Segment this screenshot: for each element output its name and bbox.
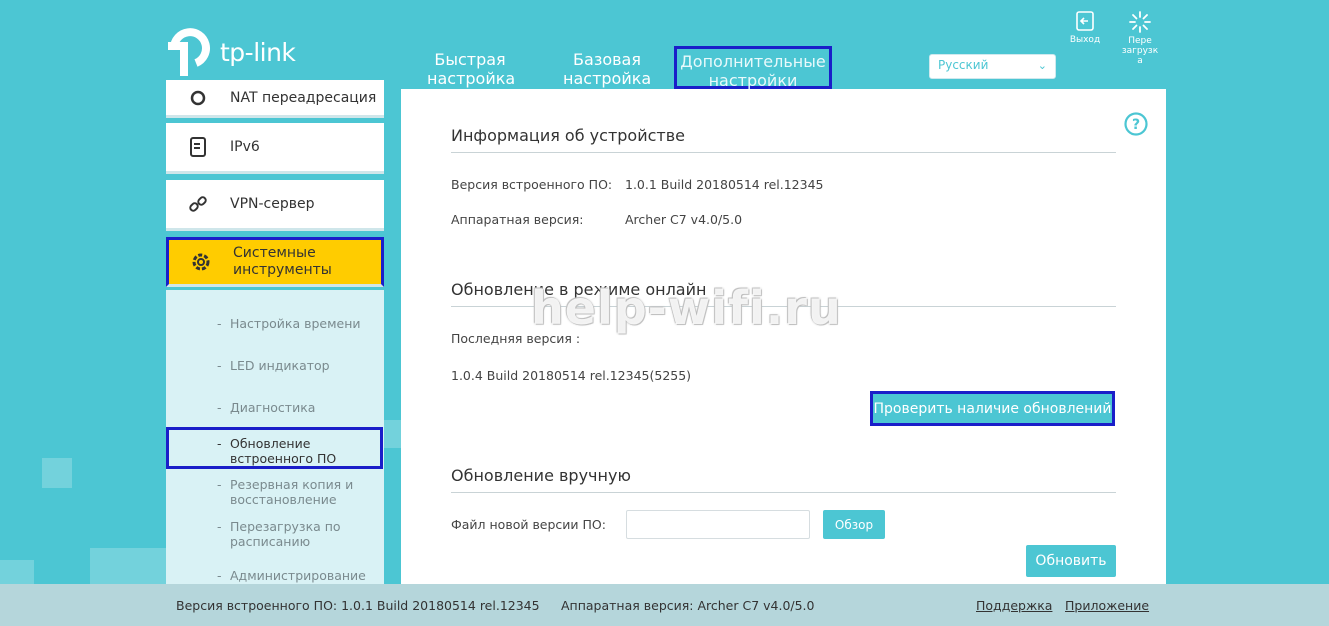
- divider: [451, 152, 1116, 153]
- submenu-item-time-settings[interactable]: - Настройка времени: [217, 316, 361, 331]
- check-updates-button[interactable]: Проверить наличие обновлений: [870, 391, 1115, 426]
- footer-hardware-version: Аппаратная версия: Archer C7 v4.0/5.0: [561, 598, 815, 613]
- divider: [451, 492, 1116, 493]
- firmware-file-input[interactable]: [626, 510, 810, 539]
- submenu-item-scheduled-reboot[interactable]: - Перезагрузка по расписанию: [217, 519, 341, 549]
- sidebar-item-label-line: Системные: [233, 245, 316, 261]
- sidebar-item-system-tools[interactable]: Системные инструменты: [166, 237, 384, 287]
- submenu-label: Обновление: [230, 436, 311, 451]
- document-icon: [166, 137, 230, 157]
- device-info-title: Информация об устройстве: [451, 126, 685, 145]
- support-link[interactable]: Поддержка: [976, 598, 1052, 613]
- watermark: help-wifi.ru: [531, 281, 842, 335]
- language-value: Русский: [938, 58, 989, 72]
- footer: Версия встроенного ПО: 1.0.1 Build 20180…: [0, 584, 1329, 626]
- nav-label: настройка: [427, 69, 516, 88]
- logout-button[interactable]: Выход: [1066, 11, 1104, 45]
- reboot-label: а: [1137, 56, 1143, 66]
- submenu-label: Администрирование: [230, 568, 366, 583]
- background-decoration: [90, 548, 170, 584]
- language-select[interactable]: Русский ⌄: [929, 54, 1056, 79]
- submenu-label: восстановление: [230, 492, 337, 507]
- help-icon[interactable]: ?: [1124, 112, 1148, 140]
- hardware-version-value: Archer C7 v4.0/5.0: [625, 212, 743, 227]
- submenu-item-administration[interactable]: - Администрирование: [217, 568, 366, 583]
- nav-basic-setup[interactable]: Базовая настройка: [563, 50, 651, 88]
- firmware-version-value: 1.0.1 Build 20180514 rel.12345: [625, 177, 824, 192]
- browse-button[interactable]: Обзор: [823, 510, 885, 539]
- reboot-label: загрузк: [1121, 46, 1159, 56]
- update-button[interactable]: Обновить: [1026, 545, 1116, 577]
- nav-quick-setup[interactable]: Быстрая настройка: [427, 50, 516, 88]
- nav-advanced-setup[interactable]: Дополнительные настройки: [674, 46, 832, 90]
- tp-link-logo-icon: [168, 28, 210, 76]
- sidebar-item-label-line: инструменты: [233, 262, 332, 278]
- reboot-label: Пере: [1128, 36, 1152, 46]
- main-content-panel: ? Информация об устройстве Версия встрое…: [401, 89, 1166, 584]
- submenu-label: LED индикатор: [230, 358, 330, 373]
- nat-icon: [166, 89, 230, 107]
- manual-update-title: Обновление вручную: [451, 466, 631, 485]
- background-decoration: [42, 458, 72, 488]
- logo-text: tp-link: [220, 37, 296, 67]
- sidebar-item-label: VPN-сервер: [230, 196, 315, 212]
- submenu-label: Настройка времени: [230, 316, 361, 331]
- svg-text:?: ?: [1132, 117, 1140, 133]
- nav-label: настройки: [708, 71, 798, 90]
- submenu-label: Резервная копия и: [230, 477, 354, 492]
- submenu-label: Перезагрузка по: [230, 519, 341, 534]
- logout-icon: [1076, 11, 1094, 31]
- nav-label: Дополнительные: [680, 52, 826, 71]
- sidebar-item-vpn-server[interactable]: VPN-сервер: [166, 180, 384, 231]
- firmware-file-label: Файл новой версии ПО:: [451, 517, 606, 532]
- firmware-version-label: Версия встроенного ПО:: [451, 177, 613, 192]
- chevron-down-icon: ⌄: [1037, 59, 1047, 72]
- logout-label: Выход: [1069, 35, 1101, 45]
- nav-label: Быстрая: [434, 50, 506, 69]
- sidebar-item-nat[interactable]: NAT переадресация: [166, 80, 384, 118]
- link-icon: [166, 194, 230, 214]
- latest-version-label: Последняя версия :: [451, 331, 581, 346]
- sidebar-item-label: NAT переадресация: [230, 89, 377, 106]
- submenu-item-firmware-update[interactable]: - Обновление встроенного ПО: [166, 427, 383, 469]
- submenu-label: Диагностика: [230, 400, 316, 415]
- submenu-item-backup-restore[interactable]: - Резервная копия и восстановление: [217, 477, 353, 507]
- submenu-item-diagnostics[interactable]: - Диагностика: [217, 400, 315, 415]
- tp-link-logo: tp-link: [166, 28, 296, 76]
- nav-label: настройка: [563, 69, 652, 88]
- background-decoration: [384, 420, 401, 448]
- sidebar-item-ipv6[interactable]: IPv6: [166, 123, 384, 174]
- background-decoration: [0, 560, 34, 584]
- reboot-icon: [1129, 11, 1151, 33]
- nav-label: Базовая: [573, 50, 641, 69]
- submenu-label: расписанию: [230, 534, 311, 549]
- sidebar-item-label: Системные инструменты: [233, 245, 332, 279]
- sidebar-item-label: IPv6: [230, 139, 260, 155]
- submenu-label: встроенного ПО: [230, 451, 337, 466]
- submenu-item-led[interactable]: - LED индикатор: [217, 358, 330, 373]
- footer-firmware-version: Версия встроенного ПО: 1.0.1 Build 20180…: [176, 598, 540, 613]
- latest-version-value: 1.0.4 Build 20180514 rel.12345(5255): [451, 368, 692, 383]
- gear-icon: [169, 252, 233, 272]
- hardware-version-label: Аппаратная версия:: [451, 212, 584, 227]
- reboot-button[interactable]: Пере загрузк а: [1118, 11, 1162, 66]
- app-link[interactable]: Приложение: [1065, 598, 1149, 613]
